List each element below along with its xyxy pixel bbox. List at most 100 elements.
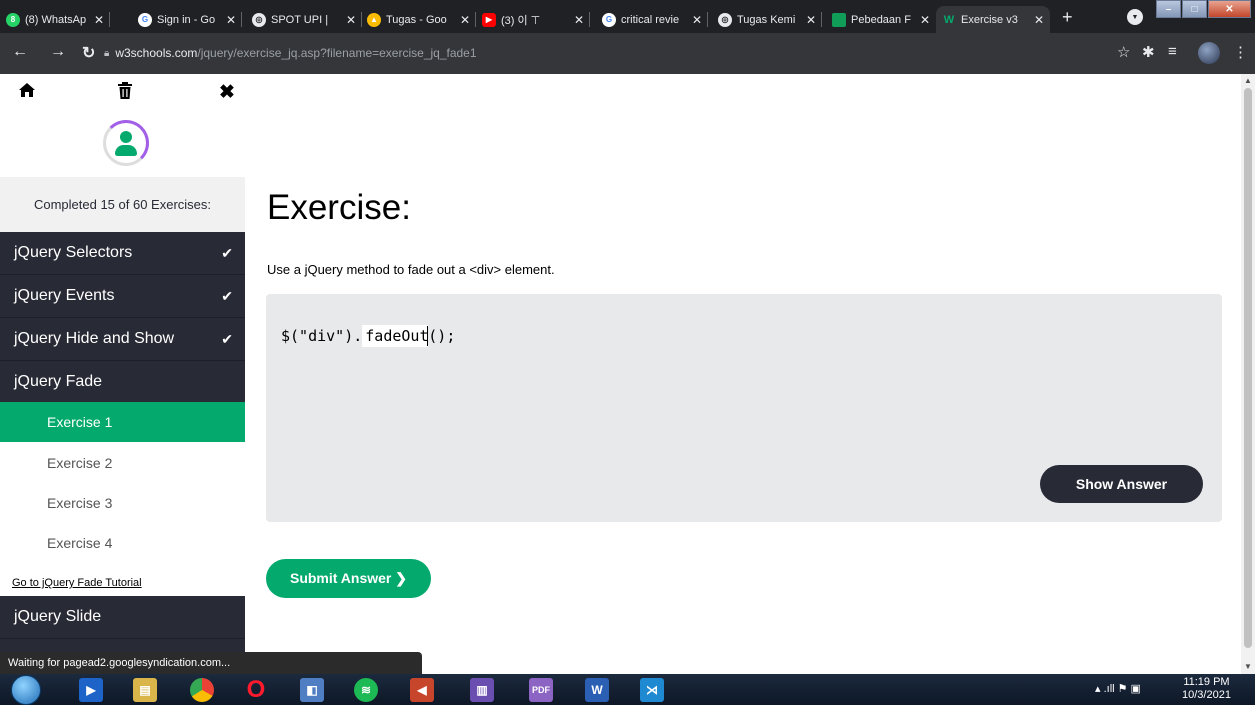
- close-icon[interactable]: ✕: [346, 13, 356, 27]
- scroll-up-icon[interactable]: ▲: [1244, 76, 1252, 85]
- home-icon[interactable]: [18, 81, 36, 105]
- w3schools-icon: W: [943, 13, 955, 26]
- sidebar-item-label: jQuery Fade: [14, 373, 103, 390]
- exercise-main: Exercise: Use a jQuery method to fade ou…: [245, 74, 1241, 674]
- sidebar-item-jquery-selectors[interactable]: jQuery Selectors ✔: [0, 232, 245, 275]
- user-icon-body: [115, 145, 137, 156]
- address-bar[interactable]: 🔒︎ w3schools.com /jquery/exercise_jq.asp…: [104, 38, 1104, 68]
- sidebar-item-jquery-hide-show[interactable]: jQuery Hide and Show ✔: [0, 318, 245, 361]
- maximize-icon[interactable]: □: [1182, 0, 1207, 18]
- code-editor: $("div"). (); Show Answer: [266, 294, 1222, 522]
- browser-status-bar: Waiting for pagead2.googlesyndication.co…: [0, 652, 422, 674]
- windows-taskbar: ▶ ▤ O ◧ ≋ ◀ ▥ PDF W ⋊ ▴ .ıll ⚑ ▣ 11:19 P…: [0, 674, 1255, 705]
- close-icon[interactable]: ✕: [806, 13, 816, 27]
- tab-search-icon[interactable]: ▼: [1127, 9, 1143, 25]
- tab-exercise-active[interactable]: W Exercise v3 ✕: [936, 6, 1050, 33]
- show-answer-button[interactable]: Show Answer: [1040, 465, 1203, 503]
- url-path: /jquery/exercise_jq.asp?filename=exercis…: [197, 46, 477, 60]
- opera-icon[interactable]: O: [244, 676, 268, 703]
- word-icon[interactable]: W: [585, 678, 609, 702]
- close-icon[interactable]: ✕: [920, 13, 930, 27]
- close-icon[interactable]: ✕: [574, 13, 584, 27]
- google-icon: G: [138, 12, 152, 27]
- extensions-puzzle-icon[interactable]: ✱: [1142, 43, 1155, 61]
- sidebar-item-label: jQuery Events: [14, 287, 115, 304]
- code-prefix: $("div").: [281, 327, 363, 345]
- windows-start-icon[interactable]: [11, 675, 41, 705]
- back-arrow-icon[interactable]: ←: [12, 43, 28, 61]
- submit-answer-button[interactable]: Submit Answer ❯: [266, 559, 431, 598]
- chrome-icon[interactable]: [190, 678, 214, 702]
- globe-icon: ◎: [252, 12, 266, 27]
- sidebar-exercise-1[interactable]: Exercise 1: [0, 402, 245, 442]
- lock-icon: 🔒︎: [104, 47, 110, 59]
- winrar-icon[interactable]: ▥: [470, 678, 494, 702]
- tab-critical-review[interactable]: G critical revie ✕: [596, 6, 708, 33]
- sidebar-item-jquery-events[interactable]: jQuery Events ✔: [0, 275, 245, 318]
- tab-spot-upi[interactable]: ◎ SPOT UPI | ✕: [246, 6, 362, 33]
- tab-pebedaan[interactable]: Pebedaan F ✕: [826, 6, 936, 33]
- checkmark-icon: ✔: [221, 287, 233, 304]
- forward-arrow-icon[interactable]: →: [50, 43, 66, 61]
- exercise-sidebar: ✖ Completed 15 of 60 Exercises: jQuery S…: [0, 74, 245, 674]
- youtube-icon: ▶: [482, 12, 496, 27]
- kebab-menu-icon[interactable]: ⋮: [1233, 43, 1248, 61]
- close-icon[interactable]: ✕: [1034, 13, 1044, 27]
- bookmark-star-icon[interactable]: ☆: [1117, 43, 1130, 61]
- tab-whatsapp[interactable]: 8 (8) WhatsAp ✕: [0, 6, 110, 33]
- speaker-app-icon[interactable]: ◀: [410, 678, 434, 702]
- browser-tab-bar: 8 (8) WhatsAp ✕ G Sign in - Go ✕ ◎ SPOT …: [0, 0, 1255, 33]
- tab-label: (3) 이 ⊤: [501, 14, 541, 27]
- close-icon[interactable]: ✕: [94, 13, 104, 27]
- spotify-icon[interactable]: ≋: [354, 678, 378, 702]
- sidebar-exercise-2[interactable]: Exercise 2: [0, 443, 245, 483]
- close-icon[interactable]: ✕: [226, 13, 236, 27]
- tab-label: Pebedaan F: [851, 13, 911, 26]
- vscode-icon[interactable]: ⋊: [640, 678, 664, 702]
- tutorial-link[interactable]: Go to jQuery Fade Tutorial: [0, 570, 245, 596]
- scrollbar-thumb[interactable]: [1244, 88, 1252, 648]
- sidebar-exercise-3[interactable]: Exercise 3: [0, 483, 245, 523]
- tab-youtube[interactable]: ▶ (3) 이 ⊤ ✕: [476, 6, 590, 33]
- close-sidebar-icon[interactable]: ✖: [219, 81, 235, 104]
- profile-avatar[interactable]: [1198, 42, 1220, 64]
- minimize-icon[interactable]: –: [1156, 0, 1181, 18]
- sidebar-header: ✖: [0, 74, 245, 177]
- close-icon[interactable]: ✕: [692, 13, 702, 27]
- close-icon[interactable]: ✕: [460, 13, 470, 27]
- media-player-icon[interactable]: ▶: [79, 678, 103, 702]
- window-controls: – □ ✕: [1155, 0, 1251, 18]
- user-progress-avatar[interactable]: [103, 120, 149, 166]
- tab-label: Tugas Kemi: [737, 13, 796, 26]
- window-close-icon[interactable]: ✕: [1208, 0, 1251, 18]
- scroll-down-icon[interactable]: ▼: [1244, 662, 1252, 671]
- sidebar-item-label: jQuery Selectors: [14, 244, 133, 261]
- new-tab-plus-icon[interactable]: +: [1062, 7, 1073, 28]
- network-app-icon[interactable]: ◧: [300, 678, 324, 702]
- tab-tugas-kemi[interactable]: ◎ Tugas Kemi ✕: [712, 6, 822, 33]
- checkmark-icon: ✔: [221, 330, 233, 347]
- code-suffix: ();: [428, 327, 456, 345]
- google-drive-icon: ▲: [367, 12, 381, 27]
- page-scrollbar[interactable]: ▲ ▼: [1241, 74, 1255, 674]
- media-queue-icon[interactable]: ≡: [1168, 43, 1177, 60]
- answer-input[interactable]: [362, 325, 429, 347]
- url-host: w3schools.com: [115, 46, 198, 60]
- trash-icon[interactable]: [116, 81, 134, 106]
- tab-label: Sign in - Go: [157, 13, 216, 26]
- system-tray[interactable]: ▴ .ıll ⚑ ▣: [1095, 682, 1141, 695]
- sidebar-item-jquery-slide[interactable]: jQuery Slide: [0, 596, 245, 639]
- taskbar-clock[interactable]: 11:19 PM 10/3/2021: [1182, 676, 1231, 702]
- clock-date: 10/3/2021: [1182, 689, 1231, 701]
- tab-tugas-google[interactable]: ▲ Tugas - Goo ✕: [361, 6, 476, 33]
- web-page: ✖ Completed 15 of 60 Exercises: jQuery S…: [0, 74, 1241, 674]
- file-explorer-icon[interactable]: ▤: [133, 678, 157, 702]
- google-icon: G: [602, 12, 616, 27]
- pdf-icon[interactable]: PDF: [529, 678, 553, 702]
- tab-sign-in[interactable]: G Sign in - Go ✕: [132, 6, 242, 33]
- sidebar-item-jquery-fade[interactable]: jQuery Fade: [0, 361, 245, 404]
- whatsapp-icon: 8: [6, 12, 20, 27]
- reload-icon[interactable]: ↻: [82, 43, 95, 63]
- tab-label: critical revie: [621, 13, 680, 26]
- sidebar-exercise-4[interactable]: Exercise 4: [0, 523, 245, 563]
